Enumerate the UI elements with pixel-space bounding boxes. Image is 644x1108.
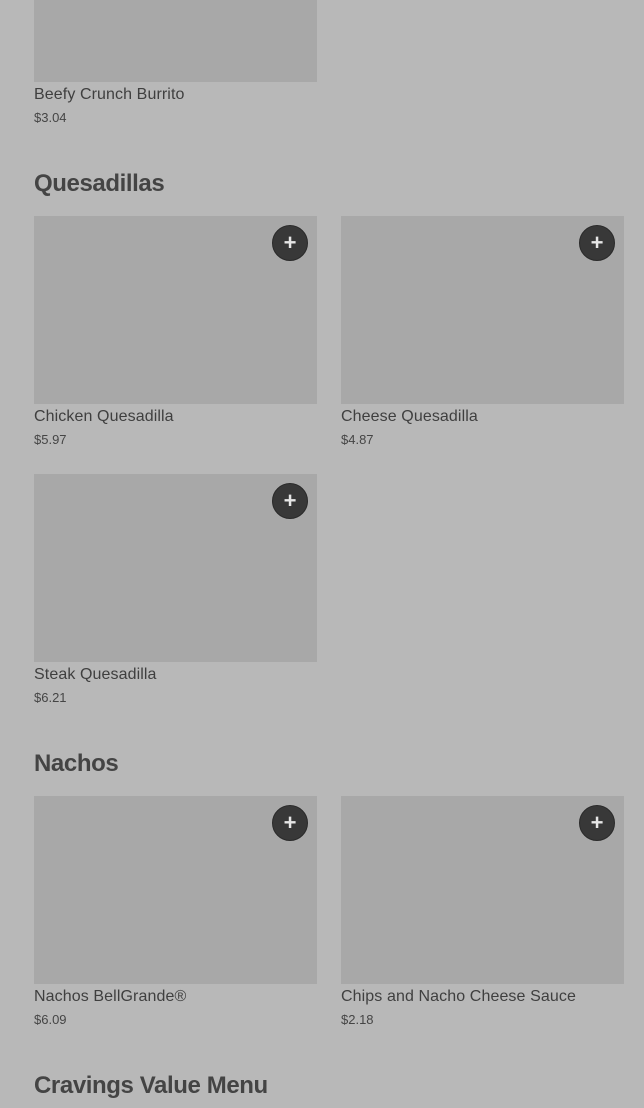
menu-item-name: Chips and Nacho Cheese Sauce	[341, 988, 576, 1005]
menu-item-name: Beefy Crunch Burrito	[34, 86, 185, 103]
menu-item-image: +	[34, 216, 317, 404]
plus-icon: +	[283, 488, 297, 513]
menu-item-card[interactable]: + Chicken Quesadilla $5.97	[34, 216, 317, 447]
menu-item-image: +	[34, 474, 317, 662]
menu-item-price: $5.97	[34, 432, 67, 447]
menu-item-image	[34, 0, 317, 82]
menu-item-image: +	[34, 796, 317, 984]
plus-icon: +	[590, 230, 604, 255]
plus-icon: +	[283, 230, 297, 255]
plus-icon: +	[590, 810, 604, 835]
section-title-cravings-value-menu: Cravings Value Menu	[34, 1072, 268, 1099]
section-title-nachos: Nachos	[34, 750, 119, 777]
menu-item-price: $4.87	[341, 432, 374, 447]
add-to-cart-button[interactable]: +	[579, 225, 615, 261]
menu-page: Beefy Crunch Burrito $3.04 Quesadillas +…	[0, 0, 644, 1108]
menu-item-card[interactable]: + Steak Quesadilla $6.21	[34, 474, 317, 705]
menu-item-card[interactable]: + Nachos BellGrande® $6.09	[34, 796, 317, 1027]
plus-icon: +	[283, 810, 297, 835]
menu-item-name: Nachos BellGrande®	[34, 988, 187, 1005]
add-to-cart-button[interactable]: +	[579, 805, 615, 841]
add-to-cart-button[interactable]: +	[272, 225, 308, 261]
menu-item-card[interactable]: + Cheese Quesadilla $4.87	[341, 216, 624, 447]
menu-item-name: Cheese Quesadilla	[341, 408, 478, 425]
add-to-cart-button[interactable]: +	[272, 805, 308, 841]
section-title-quesadillas: Quesadillas	[34, 170, 165, 197]
menu-item-price: $6.09	[34, 1012, 67, 1027]
menu-item-card[interactable]: Beefy Crunch Burrito $3.04	[34, 0, 317, 125]
menu-item-image: +	[341, 216, 624, 404]
menu-item-name: Chicken Quesadilla	[34, 408, 174, 425]
menu-item-name: Steak Quesadilla	[34, 666, 157, 683]
menu-item-price: $2.18	[341, 1012, 374, 1027]
menu-item-image: +	[341, 796, 624, 984]
menu-item-price: $3.04	[34, 110, 67, 125]
add-to-cart-button[interactable]: +	[272, 483, 308, 519]
menu-item-card[interactable]: + Chips and Nacho Cheese Sauce $2.18	[341, 796, 624, 1027]
menu-item-price: $6.21	[34, 690, 67, 705]
